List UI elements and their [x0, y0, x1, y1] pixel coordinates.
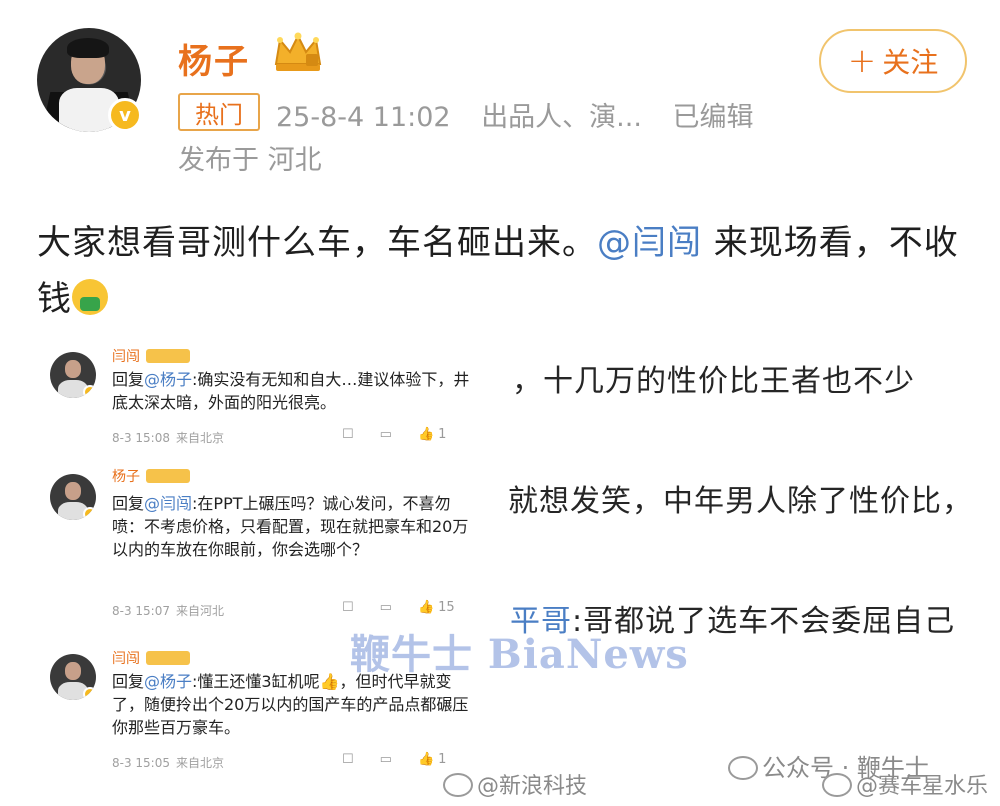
bianews-watermark: 鞭牛士 BiaNews [350, 631, 689, 678]
like-count: 1 [438, 427, 447, 442]
user-name[interactable]: 杨子 [178, 34, 250, 83]
reply-mention-link[interactable]: @杨子 [144, 672, 192, 691]
weibo-watermark-1: @新浪科技 [443, 768, 587, 800]
weibo-watermark-2: @赛车星水乐 [822, 768, 988, 800]
edit-icon[interactable]: ☐ [342, 427, 354, 442]
comment-meta: 8-3 15:07 来自河北 [112, 604, 225, 618]
thumbs-up-icon[interactable]: 👍 [418, 600, 434, 615]
post-meta: 25-8-4 11:02 出品人、演... 已编辑 [276, 95, 776, 134]
background-comment-line-1: ，十几万的性价比王者也不少 [512, 364, 915, 399]
verified-badge-icon: v [108, 98, 142, 132]
thumbs-up-icon[interactable]: 👍 [418, 427, 434, 442]
weibo-icon [822, 773, 852, 797]
weibo-icon [443, 773, 473, 797]
commenter-name[interactable]: 杨子 [112, 466, 190, 486]
comment-actions: ☐ ▭ 👍 1 [342, 427, 446, 442]
user-role: 出品人、演... [481, 102, 642, 133]
comment-icon[interactable]: ▭ [380, 427, 392, 442]
commenter-avatar[interactable] [50, 474, 96, 520]
comment-screenshot-overlay: 闫闯 回复@杨子:确实没有无知和自大…建议体验下，井底太深太暗，外面的阳光很亮。… [38, 336, 494, 776]
level-badge-icon [146, 469, 190, 483]
level-badge-icon [146, 651, 190, 665]
comment-text: 回复@杨子:确实没有无知和自大…建议体验下，井底太深太暗，外面的阳光很亮。 [112, 370, 470, 412]
post-mention-link[interactable]: @闫闯 [597, 223, 702, 263]
commenter-avatar[interactable] [50, 654, 96, 700]
commenter-avatar[interactable] [50, 352, 96, 398]
edit-icon[interactable]: ☐ [342, 600, 354, 615]
post-body: 大家想看哥测什么车，车名砸出来。@闫闯 来现场看，不收钱 [37, 215, 967, 327]
edited-label: 已编辑 [672, 102, 754, 133]
level-badge-icon [146, 349, 190, 363]
comment-meta: 8-3 15:08 来自北京 [112, 431, 225, 445]
comment-actions: ☐ ▭ 👍 1 [342, 752, 446, 767]
follow-button[interactable]: + 关注 [819, 29, 967, 93]
hot-badge: 热门 [178, 93, 260, 131]
like-count: 15 [438, 600, 455, 615]
crown-icon [274, 32, 322, 71]
comment-meta: 8-3 15:05 来自北京 [112, 756, 225, 770]
comment-actions: ☐ ▭ 👍 15 [342, 600, 455, 615]
comment-text: 回复@杨子:懂王还懂3缸机呢👍，但时代早就变了，随便拎出个20万以内的国产车的产… [112, 672, 469, 737]
post-location: 发布于 河北 [178, 145, 322, 176]
comment-icon[interactable]: ▭ [380, 600, 392, 615]
reply-mention-link[interactable]: @闫闯 [144, 494, 192, 513]
wechat-icon [728, 756, 758, 780]
post-text-part1: 大家想看哥测什么车，车名砸出来。 [37, 223, 597, 263]
comment-text: 回复@闫闯:在PPT上碾压吗？诚心发问，不喜勿喷：不考虑价格，只看配置，现在就把… [112, 494, 469, 559]
follow-label: 关注 [882, 46, 939, 79]
like-count: 1 [438, 752, 447, 767]
commenter-name[interactable]: 闫闯 [112, 346, 190, 366]
thumbs-up-icon[interactable]: 👍 [418, 752, 434, 767]
money-mouth-emoji-icon [72, 279, 108, 315]
comment-icon[interactable]: ▭ [380, 752, 392, 767]
edit-icon[interactable]: ☐ [342, 752, 354, 767]
background-comment-line-2: 就想发笑，中年男人除了性价比， [508, 484, 973, 519]
commenter-name[interactable]: 闫闯 [112, 648, 190, 668]
post-date: 25-8-4 11:02 [276, 102, 451, 133]
reply-mention-link[interactable]: @杨子 [144, 370, 192, 389]
plus-icon: + [847, 41, 877, 81]
